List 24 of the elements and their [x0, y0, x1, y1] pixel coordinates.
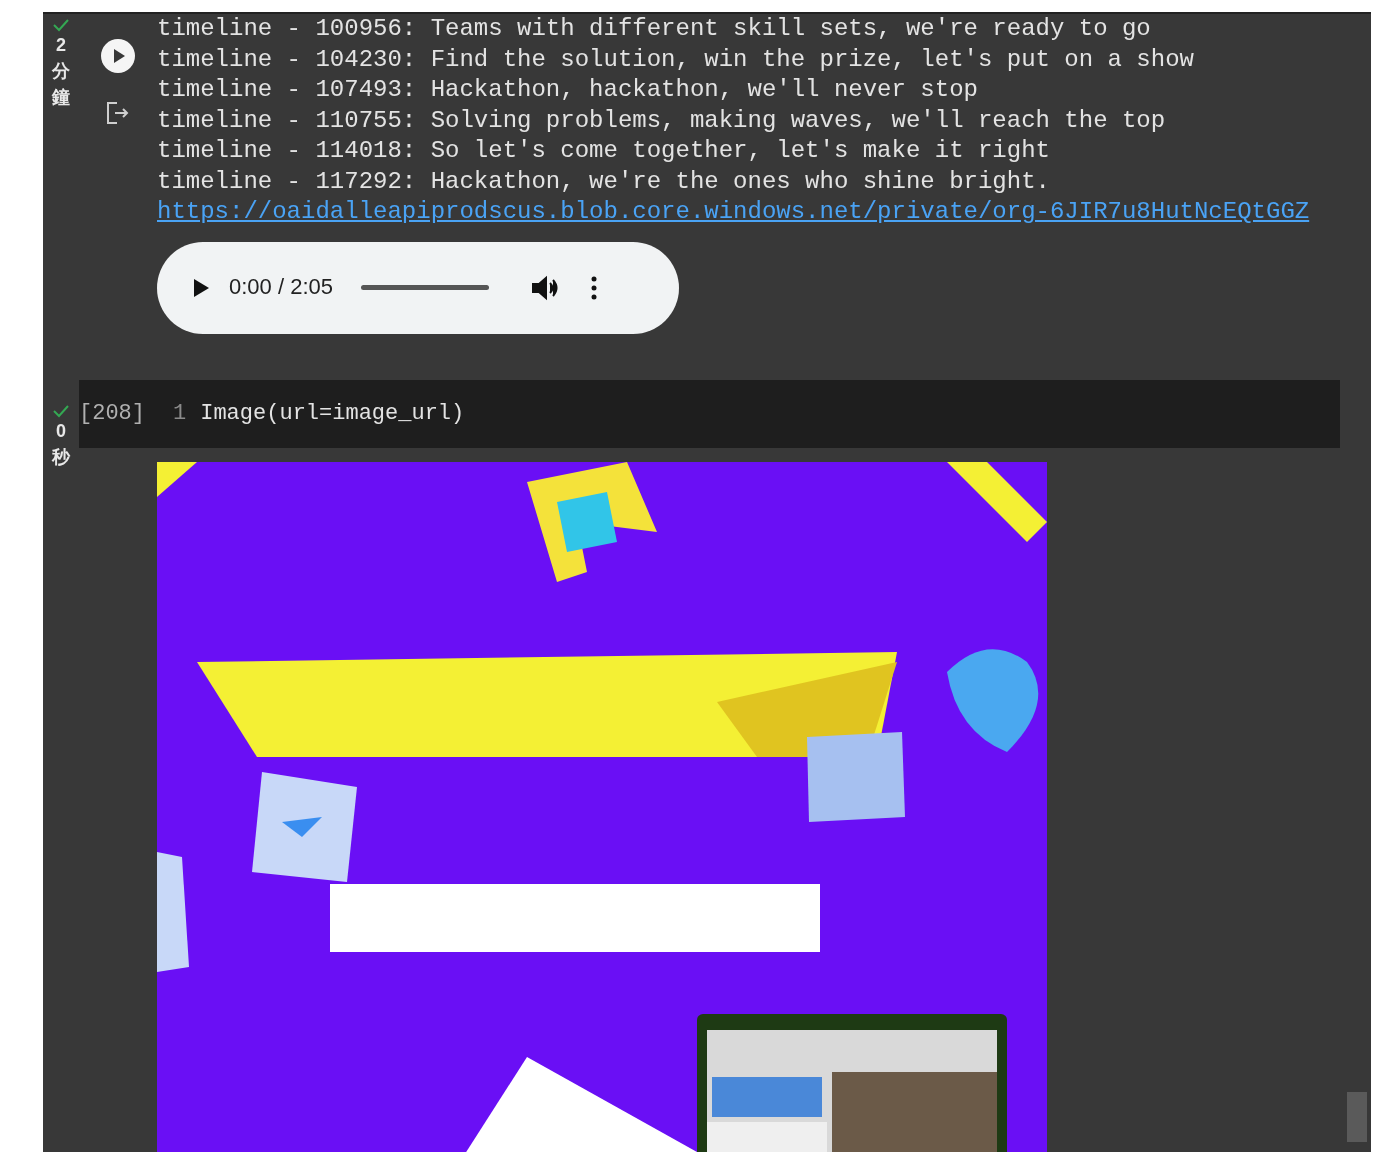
output-line: timeline - 107493: Hackathon, hackathon, we'll never stop [157, 75, 979, 105]
duration-text: 分 [52, 60, 70, 83]
output-line: timeline - 117292: Hackathon, we're the ones who shine bright. [157, 166, 1051, 197]
audio-player[interactable]: 0:00 / 2:05 [157, 241, 679, 334]
duration-text: 0 [56, 419, 66, 443]
output-line: timeline - 104230: Find the solution, win the prize, let's put on a show [157, 44, 1195, 75]
output-line: timeline - 114018: So let's come together, let's make it right [157, 136, 1051, 166]
time-text: 0:00 / 2:05 [229, 273, 333, 302]
image-link[interactable]: https://oaidalleapiprodscus.blob.core.windows.net/private/org-6JIR7u8HutNcEQtGGZ [157, 197, 1310, 228]
duration-text: 秒 [52, 445, 70, 469]
execution-count: [208] [79, 400, 145, 428]
line-number: 1 [173, 400, 187, 428]
duration-text: 鐘 [52, 86, 70, 109]
more-icon[interactable] [591, 274, 597, 301]
code-cell[interactable]: [208] 1 Image(url=image_url) [79, 379, 1340, 448]
play-icon[interactable] [191, 276, 211, 299]
output-icon[interactable] [105, 100, 131, 126]
play-icon[interactable] [100, 38, 136, 74]
output-line: timeline - 110755: Solving problems, making waves, we'll reach the top [157, 105, 1167, 136]
duration-text: 2 [56, 34, 66, 57]
scrollbar-thumb[interactable] [1347, 1092, 1367, 1142]
seek-track[interactable] [361, 285, 489, 290]
code-line: Image(url=image_url) [200, 400, 465, 428]
output-line: timeline - 100956: Teams with different skill sets, we're ready to go [157, 14, 1152, 44]
